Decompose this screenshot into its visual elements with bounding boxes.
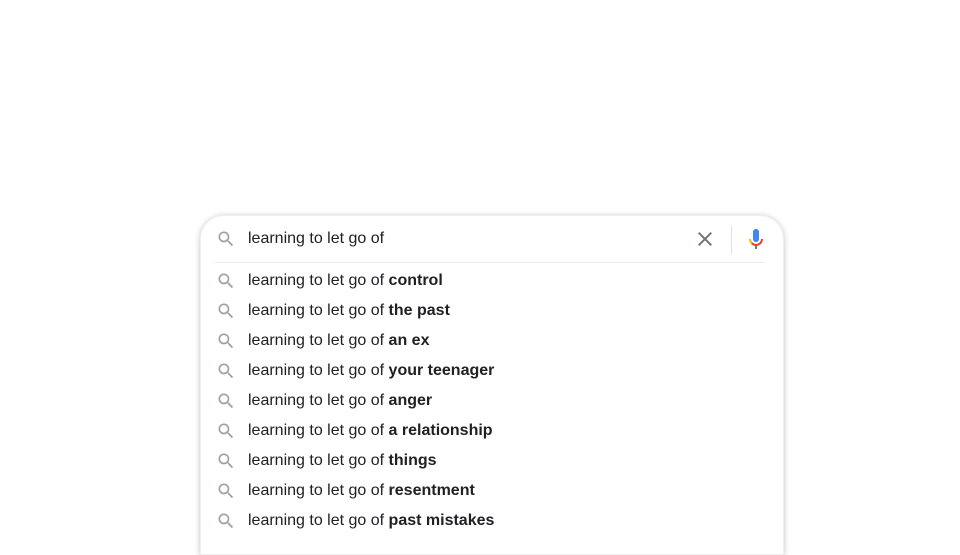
suggestion-item[interactable]: learning to let go of anger — [201, 386, 785, 416]
suggestion-completion: an ex — [388, 332, 430, 349]
suggestion-list: learning to let go of control learning t… — [201, 266, 785, 536]
suggestion-item[interactable]: learning to let go of past mistakes — [201, 506, 785, 536]
close-icon[interactable] — [693, 227, 717, 251]
search-icon — [216, 301, 236, 321]
search-bar — [201, 216, 785, 262]
suggestion-text: learning to let go of the past — [248, 302, 450, 320]
suggestion-item[interactable]: learning to let go of control — [201, 266, 785, 296]
suggestion-prefix: learning to let go of — [248, 362, 385, 379]
suggestion-text: learning to let go of a relationship — [248, 422, 493, 440]
suggestion-text: learning to let go of an ex — [248, 332, 429, 350]
search-icon — [216, 331, 236, 351]
suggestion-completion: your teenager — [388, 362, 495, 379]
suggestion-text: learning to let go of things — [248, 452, 437, 470]
microphone-icon[interactable] — [744, 227, 768, 251]
suggestion-prefix: learning to let go of — [248, 272, 385, 289]
suggestion-prefix: learning to let go of — [248, 482, 385, 499]
suggestion-item[interactable]: learning to let go of a relationship — [201, 416, 785, 446]
search-icon — [216, 511, 236, 531]
suggestion-prefix: learning to let go of — [248, 332, 385, 349]
suggestion-completion: resentment — [388, 482, 475, 499]
suggestion-prefix: learning to let go of — [248, 452, 385, 469]
suggestion-prefix: learning to let go of — [248, 422, 385, 439]
suggestion-prefix: learning to let go of — [248, 512, 385, 529]
suggestion-completion: things — [388, 452, 437, 469]
separator — [215, 262, 765, 263]
suggestion-text: learning to let go of past mistakes — [248, 512, 494, 530]
search-icon — [216, 271, 236, 291]
search-icon — [216, 481, 236, 501]
search-icon — [216, 421, 236, 441]
suggestion-text: learning to let go of resentment — [248, 482, 475, 500]
suggestion-completion: the past — [388, 302, 450, 319]
search-icon — [216, 229, 236, 249]
suggestion-text: learning to let go of control — [248, 272, 443, 290]
suggestion-item[interactable]: learning to let go of your teenager — [201, 356, 785, 386]
suggestion-completion: anger — [388, 392, 433, 409]
suggestion-item[interactable]: learning to let go of the past — [201, 296, 785, 326]
suggestion-prefix: learning to let go of — [248, 302, 385, 319]
suggestion-completion: control — [388, 272, 443, 289]
suggestion-text: learning to let go of your teenager — [248, 362, 494, 380]
suggestion-item[interactable]: learning to let go of things — [201, 446, 785, 476]
suggestion-item[interactable]: learning to let go of resentment — [201, 476, 785, 506]
search-icon — [216, 451, 236, 471]
search-input[interactable] — [248, 227, 678, 251]
suggestion-completion: a relationship — [388, 422, 493, 439]
search-icon — [216, 391, 236, 411]
search-autocomplete-panel: learning to let go of control learning t… — [200, 215, 784, 555]
divider — [731, 226, 732, 254]
suggestion-prefix: learning to let go of — [248, 392, 385, 409]
suggestion-completion: past mistakes — [388, 512, 495, 529]
search-icon — [216, 361, 236, 381]
suggestion-item[interactable]: learning to let go of an ex — [201, 326, 785, 356]
suggestion-text: learning to let go of anger — [248, 392, 432, 410]
